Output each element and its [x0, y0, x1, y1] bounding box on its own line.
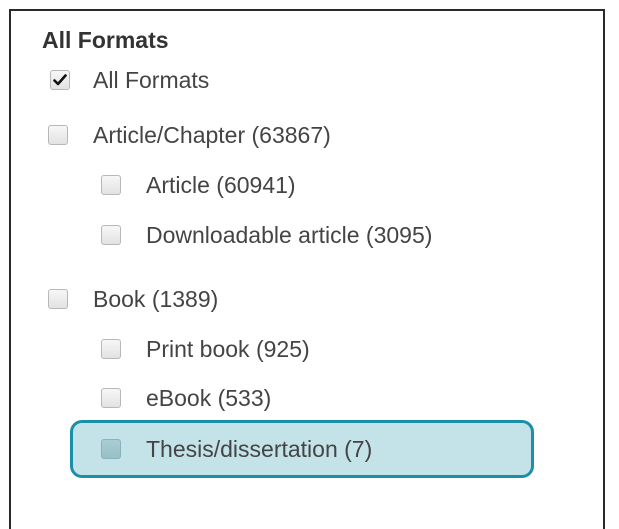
checkbox-checked[interactable] — [50, 70, 70, 90]
filter-option-ebook[interactable]: eBook (533) — [101, 380, 271, 416]
filter-option-downloadable-article[interactable]: Downloadable article (3095) — [101, 217, 432, 253]
filter-option-label: Article (60941) — [146, 171, 296, 198]
filter-option-article[interactable]: Article (60941) — [101, 167, 296, 203]
checkbox[interactable] — [101, 439, 121, 459]
checkbox[interactable] — [48, 289, 68, 309]
checkbox[interactable] — [101, 339, 121, 359]
filter-option-book[interactable]: Book (1389) — [48, 281, 218, 317]
checkbox[interactable] — [101, 175, 121, 195]
filter-option-label: Thesis/dissertation (7) — [146, 435, 373, 462]
filter-option-all-formats[interactable]: All Formats — [50, 62, 209, 98]
filter-option-article-chapter[interactable]: Article/Chapter (63867) — [48, 117, 331, 153]
filter-option-label: All Formats — [93, 66, 210, 93]
filter-option-thesis-dissertation[interactable]: Thesis/dissertation (7) — [101, 431, 372, 467]
filter-option-label: Downloadable article (3095) — [146, 221, 433, 248]
filter-option-label: Book (1389) — [93, 285, 219, 312]
filter-heading: All Formats — [42, 27, 169, 53]
checkbox[interactable] — [48, 125, 68, 145]
filter-option-label: Article/Chapter (63867) — [93, 121, 331, 148]
checkbox[interactable] — [101, 388, 121, 408]
checkmark-icon — [53, 74, 67, 86]
checkbox[interactable] — [101, 225, 121, 245]
filter-option-label: eBook (533) — [146, 384, 272, 411]
filter-option-label: Print book (925) — [146, 335, 310, 362]
filter-option-print-book[interactable]: Print book (925) — [101, 331, 310, 367]
